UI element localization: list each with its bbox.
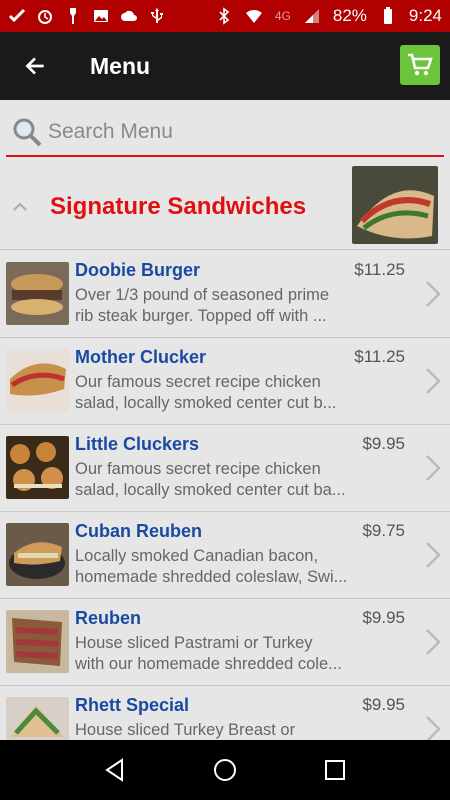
item-name: Reuben xyxy=(75,608,142,628)
battery-level: 82% xyxy=(332,6,367,25)
item-price: $11.25 xyxy=(354,347,405,366)
nav-home-icon[interactable] xyxy=(212,757,238,783)
item-price: $9.75 xyxy=(362,521,405,540)
chevron-up-icon xyxy=(13,202,27,211)
check-icon xyxy=(8,7,26,25)
item-price: $9.95 xyxy=(362,608,405,627)
cart-button[interactable] xyxy=(400,45,440,85)
menu-item-list: Doobie Burger $11.25 Over 1/3 pound of s… xyxy=(0,251,450,740)
battery-icon xyxy=(379,7,397,25)
item-image xyxy=(6,349,69,412)
clock: 9:24 xyxy=(408,6,442,25)
item-price: $11.25 xyxy=(354,260,405,279)
signal-icon xyxy=(303,7,321,25)
network-label: 4G xyxy=(274,9,291,23)
nav-back-icon[interactable] xyxy=(102,757,128,783)
item-name: Rhett Special xyxy=(75,695,190,715)
chevron-right-icon xyxy=(426,368,441,394)
status-bar: 4G 82% 9:24 xyxy=(0,0,450,32)
chevron-right-icon xyxy=(426,281,441,307)
item-description: Our famous secret recipe chicken salad, l… xyxy=(75,460,346,499)
image-icon xyxy=(92,7,110,25)
menu-item[interactable]: Rhett Special $9.95 House sliced Turkey … xyxy=(0,686,450,740)
search-input[interactable] xyxy=(48,119,428,144)
menu-item[interactable]: Reuben $9.95 House sliced Pastrami or Tu… xyxy=(0,599,450,686)
item-image xyxy=(6,436,69,499)
chevron-right-icon xyxy=(426,542,441,568)
nav-recents-icon[interactable] xyxy=(322,757,348,783)
category-image xyxy=(352,166,438,244)
item-name: Mother Clucker xyxy=(75,347,207,367)
search-bar xyxy=(6,108,444,157)
back-arrow-icon xyxy=(25,57,44,75)
cart-icon xyxy=(408,53,433,76)
item-description: Locally smoked Canadian bacon, homemade s… xyxy=(75,547,348,586)
alarm-icon xyxy=(36,7,54,25)
item-name: Doobie Burger xyxy=(75,260,201,280)
item-image xyxy=(6,523,69,586)
item-image xyxy=(6,610,69,673)
bluetooth-icon xyxy=(215,7,233,25)
app-bar: Menu xyxy=(0,32,450,100)
page-title: Menu xyxy=(90,52,151,79)
chevron-right-icon xyxy=(426,716,441,740)
item-image xyxy=(6,697,69,740)
system-nav-bar xyxy=(0,740,450,800)
menu-item[interactable]: Little Cluckers $9.95 Our famous secret … xyxy=(0,425,450,512)
item-description: House sliced Turkey Breast or xyxy=(75,721,296,739)
search-icon xyxy=(13,118,42,146)
chevron-right-icon xyxy=(426,455,441,481)
item-description: Over 1/3 pound of seasoned prime rib stea… xyxy=(75,286,330,325)
item-image xyxy=(6,262,69,325)
chevron-right-icon xyxy=(426,629,441,655)
item-price: $9.95 xyxy=(362,695,405,714)
menu-item[interactable]: Mother Clucker $11.25 Our famous secret … xyxy=(0,338,450,425)
back-button[interactable] xyxy=(0,32,70,100)
item-description: House sliced Pastrami or Turkey with our … xyxy=(75,634,342,673)
category-header[interactable]: Signature Sandwiches xyxy=(0,164,450,250)
item-description: Our famous secret recipe chicken salad, l… xyxy=(75,373,337,412)
menu-item[interactable]: Cuban Reuben $9.75 Locally smoked Canadi… xyxy=(0,512,450,599)
item-price: $9.95 xyxy=(362,434,405,453)
wifi-icon xyxy=(245,7,263,25)
cloud-icon xyxy=(120,7,138,25)
item-name: Little Cluckers xyxy=(75,434,200,454)
flashlight-icon xyxy=(64,7,82,25)
category-title: Signature Sandwiches xyxy=(50,192,307,220)
menu-item[interactable]: Doobie Burger $11.25 Over 1/3 pound of s… xyxy=(0,251,450,338)
usb-icon xyxy=(148,7,166,25)
item-name: Cuban Reuben xyxy=(75,521,203,541)
